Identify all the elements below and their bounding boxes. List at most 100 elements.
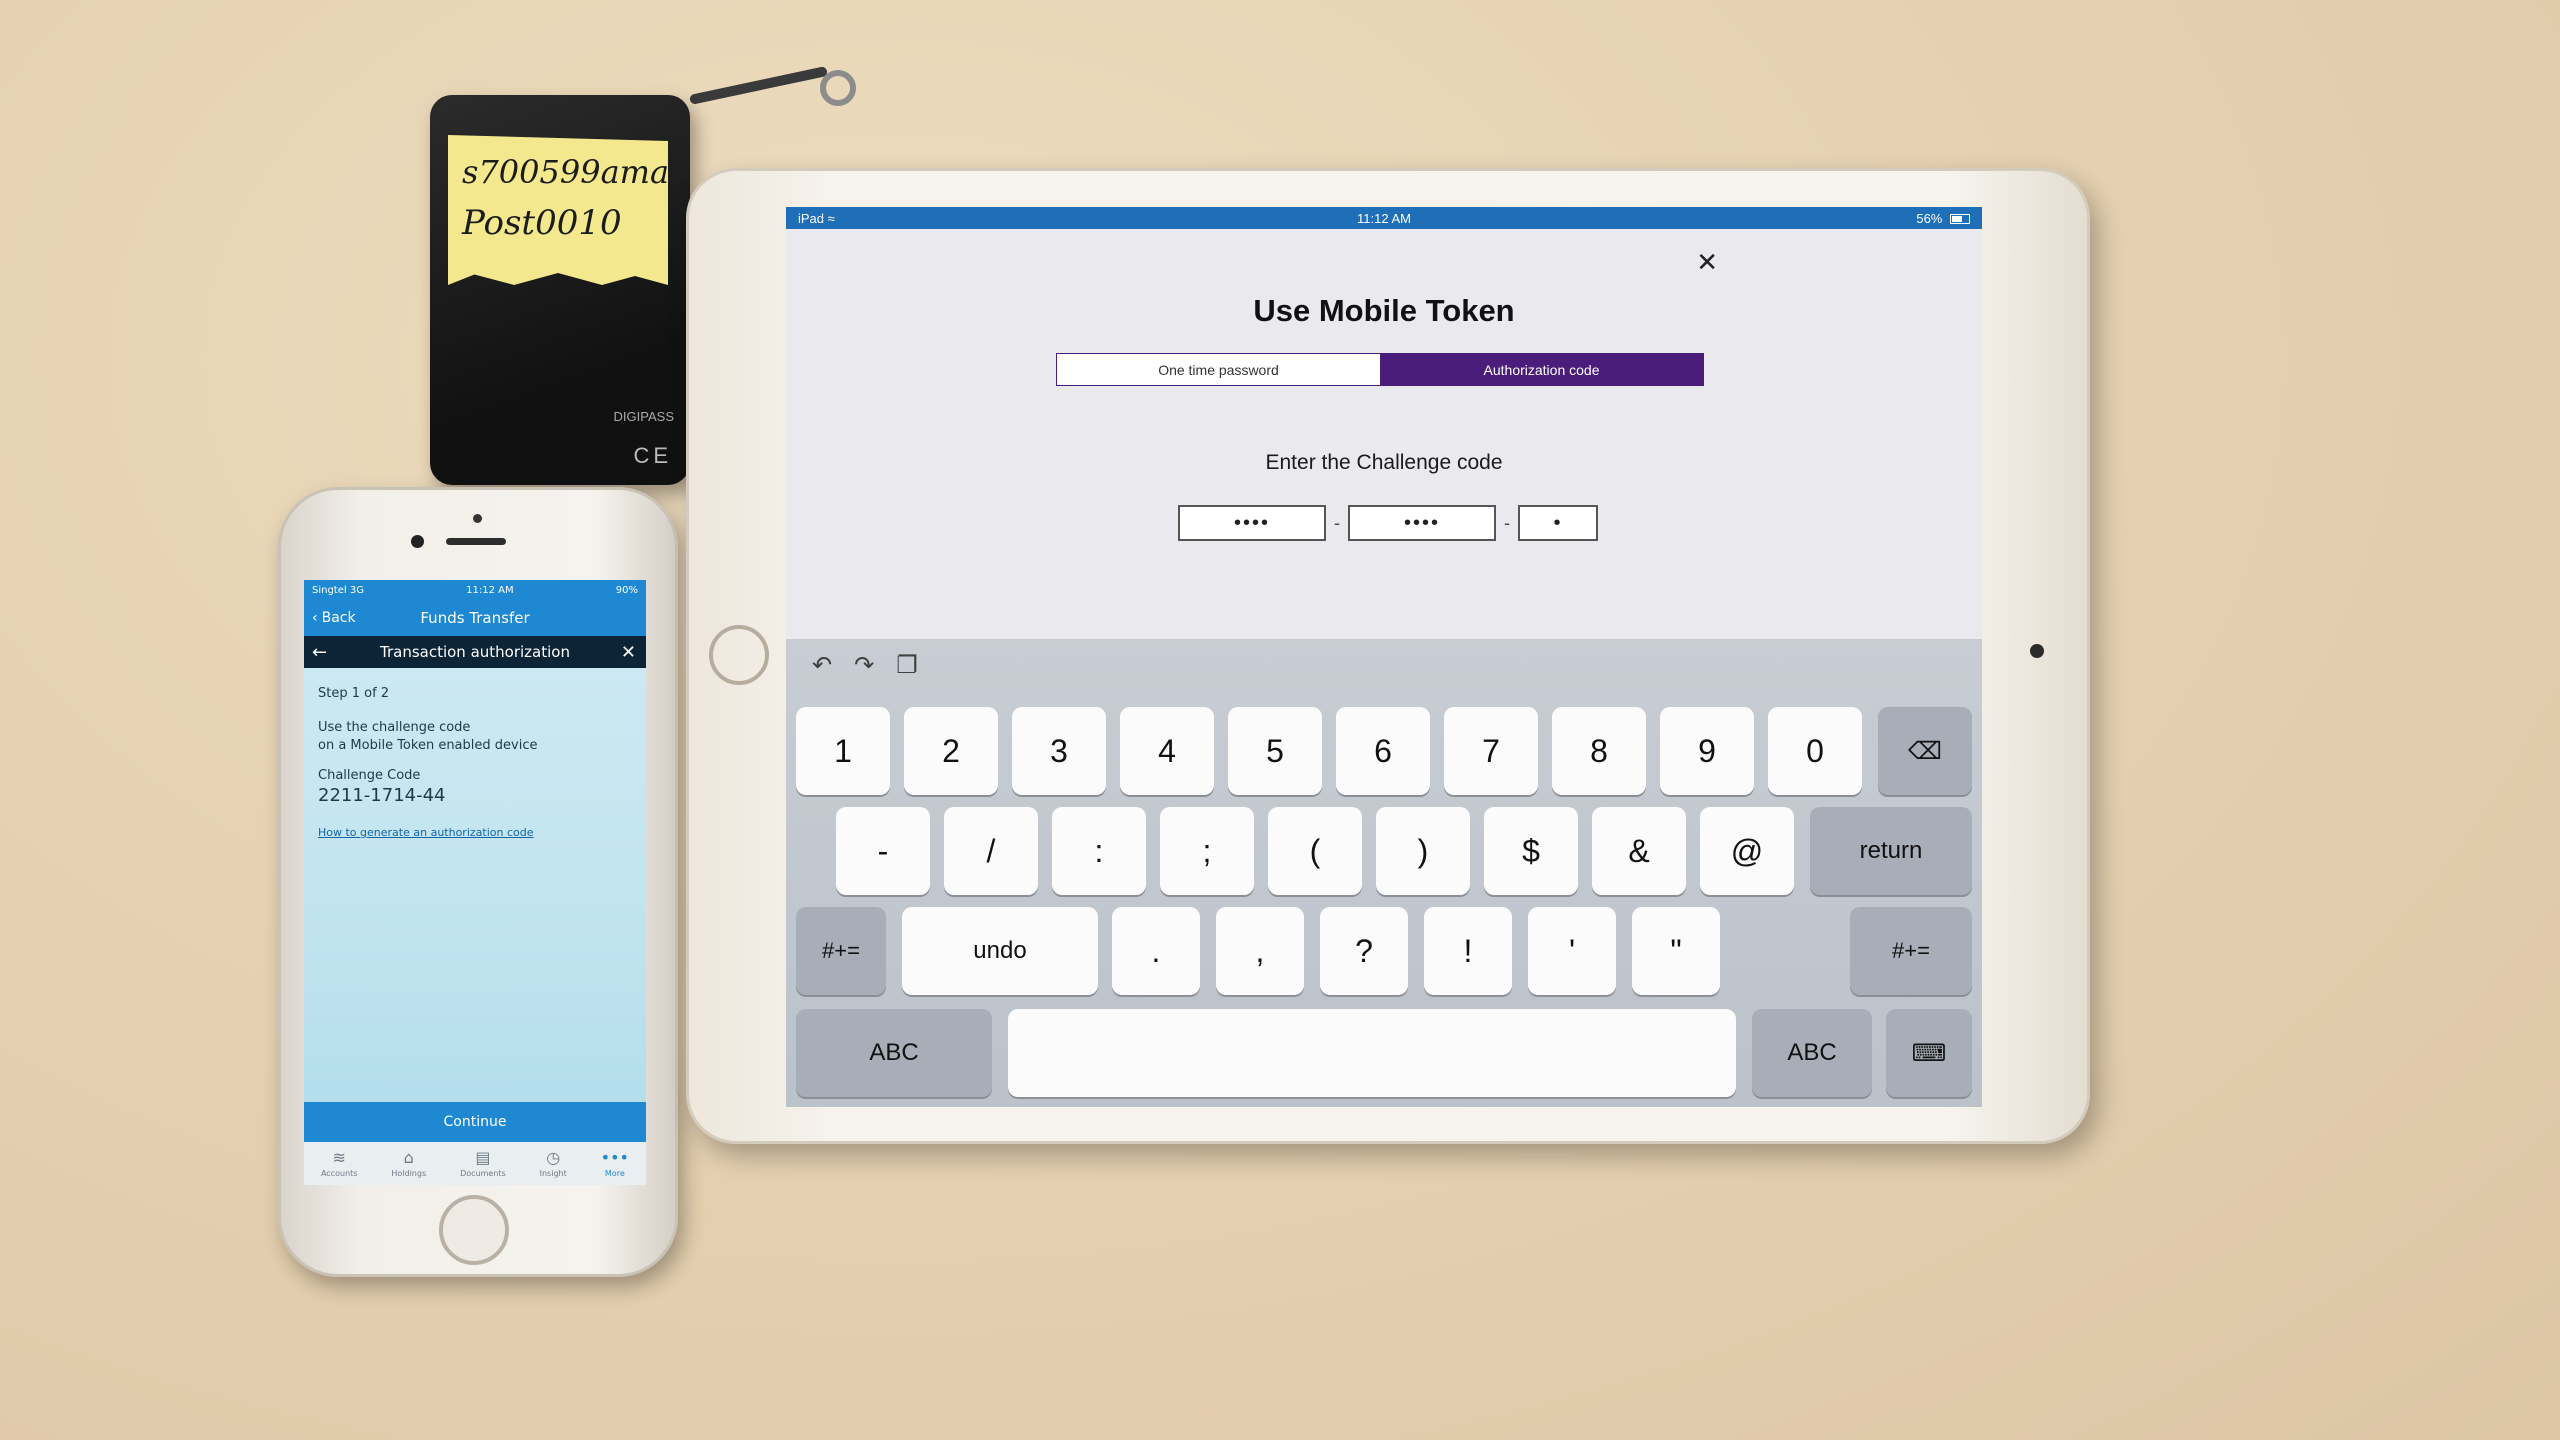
symbols-key-left[interactable]: #+= [796, 907, 886, 995]
instruction-text: Use the challenge code on a Mobile Token… [318, 720, 538, 753]
hardware-token: s700599amat Post0010 DIGIPASS CE [430, 95, 690, 485]
key-comma[interactable]: , [1216, 907, 1304, 995]
tab-label: More [604, 1169, 625, 1178]
key-dollar[interactable]: $ [1484, 807, 1578, 895]
tab-more[interactable]: ••• More [600, 1148, 629, 1179]
handwritten-line-2: Post0010 [462, 203, 622, 243]
more-icon: ••• [600, 1148, 629, 1167]
on-screen-keyboard: ↶ ↷ ❐ 1 2 3 4 5 6 7 8 9 0 ⌫ - / : ; ( ) [786, 639, 1982, 1107]
key-6[interactable]: 6 [1336, 707, 1430, 795]
device-name: iPad [798, 210, 825, 226]
battery-status: 56% [1916, 211, 1970, 226]
symbols-key-right[interactable]: #+= [1850, 907, 1972, 995]
key-1[interactable]: 1 [796, 707, 890, 795]
key-5[interactable]: 5 [1228, 707, 1322, 795]
key-slash[interactable]: / [944, 807, 1038, 895]
ipad-home-button[interactable] [709, 625, 769, 685]
wifi-icon: ≈ [827, 210, 835, 226]
continue-button[interactable]: Continue [304, 1102, 646, 1142]
transaction-title: Transaction authorization [380, 643, 570, 661]
clipboard-icon[interactable]: ❐ [896, 651, 918, 680]
key-semicolon[interactable]: ; [1160, 807, 1254, 895]
tab-documents[interactable]: ▤ Documents [460, 1148, 506, 1179]
device-label: iPad ≈ [798, 211, 835, 226]
iphone-nav-bar: ‹ Back Funds Transfer [304, 600, 646, 636]
challenge-prompt: Enter the Challenge code [1265, 451, 1503, 474]
handwritten-line-1: s700599amat [462, 153, 682, 191]
key-apostrophe[interactable]: ' [1528, 907, 1616, 995]
status-time: 11:12 AM [1357, 210, 1411, 226]
key-ampersand[interactable]: & [1592, 807, 1686, 895]
battery-label: 56% [1916, 210, 1943, 226]
tab-holdings[interactable]: ⌂ Holdings [391, 1148, 427, 1179]
clock-icon: ◷ [546, 1148, 561, 1167]
abc-key-left[interactable]: ABC [796, 1009, 992, 1097]
abc-key-right[interactable]: ABC [1752, 1009, 1872, 1097]
iphone-sensor-icon [411, 535, 424, 548]
bank-icon: ⌂ [403, 1148, 414, 1167]
key-hyphen[interactable]: - [836, 807, 930, 895]
backspace-icon: ⌫ [1908, 737, 1942, 765]
key-close-paren[interactable]: ) [1376, 807, 1470, 895]
carrier-label: Singtel 3G [312, 584, 364, 596]
key-colon[interactable]: : [1052, 807, 1146, 895]
key-4[interactable]: 4 [1120, 707, 1214, 795]
help-link[interactable]: How to generate an authorization code [318, 826, 632, 839]
keyboard-hide-icon: ⌨ [1911, 1039, 1947, 1067]
battery-icon [1950, 214, 1970, 225]
tab-authorization-code[interactable]: Authorization code [1380, 354, 1703, 385]
database-icon: ≋ [332, 1148, 346, 1167]
key-question[interactable]: ? [1320, 907, 1408, 995]
key-7[interactable]: 7 [1444, 707, 1538, 795]
challenge-code-field-2[interactable]: •••• [1348, 505, 1496, 541]
challenge-code-inputs: •••• - •••• - • [1178, 505, 1598, 541]
code-separator: - [1504, 512, 1510, 533]
iphone-speaker [446, 538, 506, 545]
close-icon[interactable]: ✕ [621, 642, 636, 663]
iphone-status-bar: Singtel 3G 11:12 AM 90% [304, 580, 646, 600]
backspace-key[interactable]: ⌫ [1878, 707, 1972, 795]
return-key[interactable]: return [1810, 807, 1972, 895]
handwritten-sticker: s700599amat Post0010 [448, 135, 668, 285]
redo-icon[interactable]: ↷ [854, 651, 874, 680]
undo-key[interactable]: undo [902, 907, 1098, 995]
ipad-status-bar: iPad ≈ 11:12 AM 56% [786, 207, 1982, 229]
key-3[interactable]: 3 [1012, 707, 1106, 795]
ipad-device: iPad ≈ 11:12 AM 56% ✕ Use Mobile Token O… [686, 168, 2090, 1144]
tab-one-time-password[interactable]: One time password [1057, 354, 1380, 385]
tab-label: Holdings [391, 1169, 427, 1178]
arrow-left-icon[interactable]: ← [312, 642, 327, 663]
key-open-paren[interactable]: ( [1268, 807, 1362, 895]
undo-icon[interactable]: ↶ [812, 651, 832, 680]
key-8[interactable]: 8 [1552, 707, 1646, 795]
step-indicator: Step 1 of 2 [318, 686, 390, 701]
tab-label: Documents [460, 1169, 506, 1178]
document-icon: ▤ [475, 1148, 491, 1167]
challenge-code-field-3[interactable]: • [1518, 505, 1598, 541]
mode-segmented-control: One time password Authorization code [1056, 353, 1704, 386]
keyboard-dismiss-key[interactable]: ⌨ [1886, 1009, 1972, 1097]
close-icon[interactable]: ✕ [1696, 247, 1718, 278]
back-button[interactable]: ‹ Back [312, 610, 356, 626]
battery-label: 90% [615, 584, 638, 596]
tab-accounts[interactable]: ≋ Accounts [321, 1148, 357, 1179]
iphone-home-button[interactable] [439, 1195, 509, 1265]
page-title: Use Mobile Token [1253, 293, 1515, 328]
ipad-camera-icon [2030, 644, 2044, 658]
key-quote[interactable]: " [1632, 907, 1720, 995]
key-at[interactable]: @ [1700, 807, 1794, 895]
back-label: Back [321, 610, 356, 626]
token-lanyard [688, 66, 828, 105]
space-key[interactable] [1008, 1009, 1736, 1097]
tab-label: Insight [539, 1169, 567, 1178]
keyboard-toolbar: ↶ ↷ ❐ [812, 651, 918, 680]
key-0[interactable]: 0 [1768, 707, 1862, 795]
ipad-screen: iPad ≈ 11:12 AM 56% ✕ Use Mobile Token O… [786, 207, 1982, 1107]
key-9[interactable]: 9 [1660, 707, 1754, 795]
key-exclamation[interactable]: ! [1424, 907, 1512, 995]
challenge-code-field-1[interactable]: •••• [1178, 505, 1326, 541]
key-period[interactable]: . [1112, 907, 1200, 995]
tab-insight[interactable]: ◷ Insight [539, 1148, 567, 1179]
challenge-code-label: Challenge Code [318, 768, 421, 784]
key-2[interactable]: 2 [904, 707, 998, 795]
